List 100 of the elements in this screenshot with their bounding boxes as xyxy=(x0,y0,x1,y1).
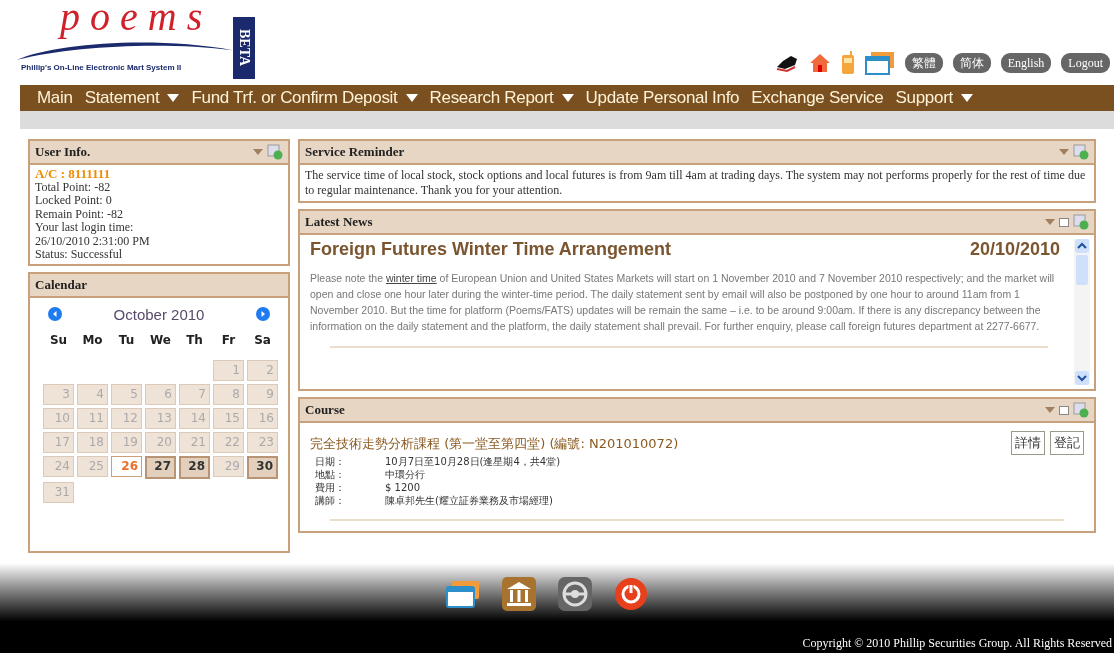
calendar-day[interactable]: 31 xyxy=(43,481,74,503)
calendar-day[interactable]: 4 xyxy=(77,383,108,405)
menu-item[interactable]: Update Personal Info xyxy=(585,88,740,108)
detail-label: 費用： xyxy=(315,481,346,494)
language-button[interactable]: 繁體 xyxy=(904,53,943,73)
steering-wheel-icon[interactable] xyxy=(558,577,592,611)
language-button[interactable]: Logout xyxy=(1061,53,1110,73)
scrollbar[interactable] xyxy=(1074,239,1090,385)
weekday-label: We xyxy=(149,332,172,347)
collapse-icon[interactable] xyxy=(1045,407,1055,413)
calendar-day[interactable]: 12 xyxy=(111,407,142,429)
calendar-day[interactable]: 7 xyxy=(179,383,210,405)
beta-badge: BETA xyxy=(233,17,255,79)
calendar-day[interactable]: 20 xyxy=(145,431,176,453)
calendar-day[interactable]: 2 xyxy=(247,359,278,381)
dropdown-caret-icon[interactable] xyxy=(167,94,180,102)
refresh-icon[interactable] xyxy=(1073,214,1089,230)
language-button[interactable]: 简体 xyxy=(952,53,991,73)
calendar-day[interactable]: 9 xyxy=(247,383,278,405)
calendar-day[interactable]: 15 xyxy=(213,407,244,429)
maximize-icon[interactable] xyxy=(1059,217,1069,227)
calendar-day[interactable]: 11 xyxy=(77,407,108,429)
reminder-text: The service time of local stock, stock options and local futures is from 9am till 4am at trading days. The system may not performs properly for the rest of time due to regular maintenance. Thank you for your attention. xyxy=(305,168,1086,197)
calendar-day[interactable]: 26 xyxy=(111,455,142,477)
refresh-icon[interactable] xyxy=(267,144,283,160)
news-headline[interactable]: Foreign Futures Winter Time Arrangement xyxy=(310,239,671,260)
detail-label: 地點： xyxy=(315,468,346,481)
detail-value: 中環分行 xyxy=(385,468,426,481)
weekday-label: Fr xyxy=(220,332,237,347)
course-button[interactable]: 詳情 xyxy=(1011,431,1045,455)
info-line: Total Point: -82 xyxy=(35,180,112,194)
detail-label: 講師： xyxy=(315,494,346,507)
course-button[interactable]: 登記 xyxy=(1050,431,1084,455)
info-line: Remain Point: -82 xyxy=(35,207,124,221)
calendar-day[interactable]: 10 xyxy=(43,407,74,429)
dropdown-caret-icon[interactable] xyxy=(405,94,418,102)
language-button[interactable]: English xyxy=(1000,53,1052,73)
info-line: Your last login time: xyxy=(35,221,135,235)
calendar-day[interactable]: 29 xyxy=(213,455,244,477)
maximize-icon[interactable] xyxy=(1059,405,1069,415)
detail-label: 日期： xyxy=(315,455,346,468)
news-date: 20/10/2010 xyxy=(969,239,1061,260)
news-body: Please note the winter time of European Union and United States Markets will start on 1 November 2010 and 7 November 2010 respectively; and the market will open and close one hour later during the winter-time period. The daily statement sent by email will also be postponed by one hour to around 11am from 1 November 2010. But the time for platform (Poems/FATS) updates will be remain the same – i.e. to be around 9:00am. If there is any discrepancy between the information on the daily statement and the platform, the daily statement shall prevail. For further enquiry, please call foreign futures department at 2277-6677. xyxy=(310,271,1056,334)
dropdown-caret-icon[interactable] xyxy=(960,94,973,102)
calendar-day[interactable]: 30 xyxy=(247,455,278,479)
menu-item[interactable]: Statement xyxy=(84,88,180,108)
home-icon[interactable] xyxy=(808,52,831,74)
menu-item[interactable]: Support xyxy=(895,88,973,108)
calendar-day[interactable]: 6 xyxy=(145,383,176,405)
menu-item[interactable]: Exchange Service xyxy=(751,88,884,108)
account-number: A/C : 8111111 xyxy=(35,167,112,181)
calendar-day[interactable]: 18 xyxy=(77,431,108,453)
collapse-icon[interactable] xyxy=(1045,219,1055,225)
calendar-day[interactable]: 21 xyxy=(179,431,210,453)
calendar-day[interactable]: 1 xyxy=(213,359,244,381)
panel-title: User Info. xyxy=(35,144,91,160)
weekday-label: Th xyxy=(185,332,204,347)
calendar-day[interactable]: 27 xyxy=(145,455,176,479)
refresh-icon[interactable] xyxy=(1073,144,1089,160)
windows-icon[interactable] xyxy=(446,579,480,609)
panel-title: Calendar xyxy=(35,276,87,293)
refresh-icon[interactable] xyxy=(1073,402,1089,418)
detail-value: $ 1200 xyxy=(385,481,421,494)
calendar-day[interactable]: 24 xyxy=(43,455,74,477)
dropdown-caret-icon[interactable] xyxy=(561,94,574,102)
scroll-up-icon[interactable] xyxy=(1075,239,1089,253)
calendar-day[interactable]: 8 xyxy=(213,383,244,405)
detail-value: 陳卓邦先生(耀立証券業務及市場經理) xyxy=(385,494,554,507)
calendar-day[interactable]: 14 xyxy=(179,407,210,429)
weekday-label: Tu xyxy=(117,332,136,347)
calendar-day[interactable]: 16 xyxy=(247,407,278,429)
logo-tagline: Phillip's On-Line Electronic Mart System II xyxy=(21,63,182,72)
calendar-day[interactable]: 3 xyxy=(43,383,74,405)
phone-icon[interactable] xyxy=(840,51,855,75)
menu-item[interactable]: Fund Trf. or Confirm Deposit xyxy=(191,88,418,108)
calendar-day[interactable]: 22 xyxy=(213,431,244,453)
scroll-down-icon[interactable] xyxy=(1075,371,1089,385)
copyright-text: Copyright © 2010 Phillip Securities Group. All Rights Reserved xyxy=(802,636,1112,651)
scrollbar-thumb[interactable] xyxy=(1076,255,1088,285)
next-month-icon[interactable] xyxy=(256,307,270,321)
calendar-day[interactable]: 25 xyxy=(77,455,108,477)
weekday-label: Su xyxy=(48,332,69,347)
weekday-label: Mo xyxy=(81,332,104,347)
menu-item[interactable]: Main xyxy=(37,88,73,108)
menu-item[interactable]: Research Report xyxy=(429,88,574,108)
calendar-day[interactable]: 5 xyxy=(111,383,142,405)
calendar-day[interactable]: 17 xyxy=(43,431,74,453)
course-title[interactable]: 完全技術走勢分析課程 (第一堂至第四堂) (編號: N201010072) xyxy=(310,435,679,453)
collapse-icon[interactable] xyxy=(253,149,263,155)
calendar-day[interactable]: 19 xyxy=(111,431,142,453)
winter-time-link[interactable]: winter time xyxy=(385,272,437,284)
previous-month-icon[interactable] xyxy=(48,307,62,321)
calendar-day[interactable]: 28 xyxy=(179,455,210,479)
shoe-icon[interactable] xyxy=(774,53,799,73)
calendar-day[interactable]: 23 xyxy=(247,431,278,453)
collapse-icon[interactable] xyxy=(1059,149,1069,155)
calendar-day[interactable]: 13 xyxy=(145,407,176,429)
power-icon[interactable] xyxy=(614,577,648,611)
bank-icon[interactable] xyxy=(502,577,536,611)
month-title: October 2010 xyxy=(113,305,205,323)
